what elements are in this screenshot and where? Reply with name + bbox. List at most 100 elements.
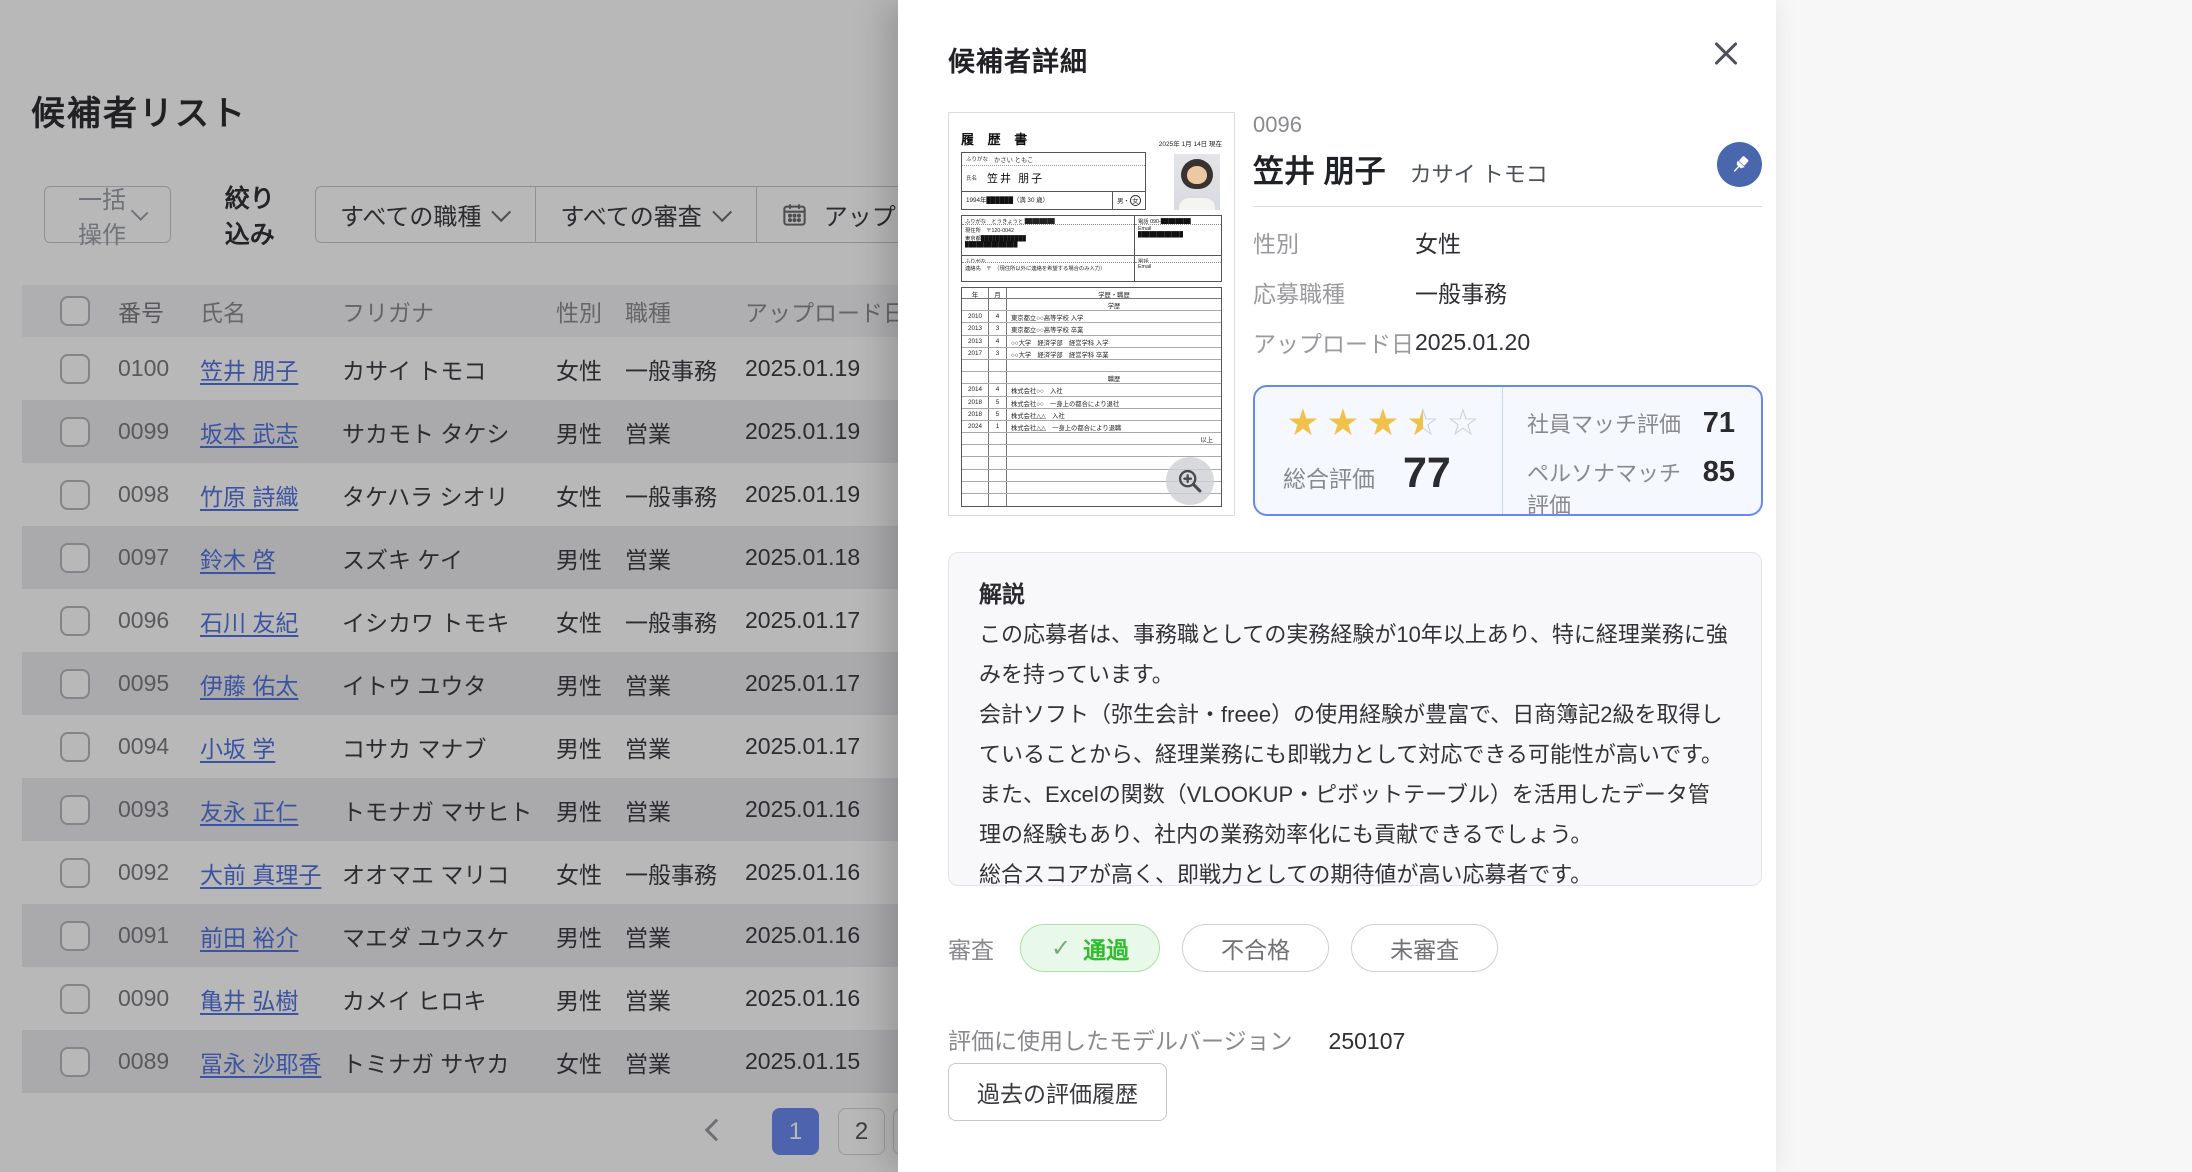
column-header-kana[interactable]: フリガナ (342, 294, 556, 328)
table-row[interactable]: 0100笠井 朋子カサイ トモコ女性一般事務2025.01.19 (22, 337, 898, 400)
candidate-name-link[interactable]: 友永 正仁 (200, 799, 298, 825)
row-checkbox[interactable] (60, 858, 90, 888)
cell-job: 営業 (625, 667, 745, 701)
table-row[interactable]: 0099坂本 武志サカモト タケシ男性営業2025.01.19 (22, 400, 898, 463)
resume-history-row: 20104東京都立○○高等学校 入学 (962, 311, 1221, 323)
previous-page-chevron-icon[interactable] (705, 1119, 728, 1142)
review-label: 審査 (948, 931, 994, 965)
column-header-gender[interactable]: 性別 (556, 294, 625, 328)
candidate-name-link[interactable]: 大前 真理子 (200, 862, 321, 888)
cell-job: 営業 (625, 793, 745, 827)
candidate-name-link[interactable]: 竹原 詩織 (200, 484, 298, 510)
row-checkbox[interactable] (60, 606, 90, 636)
cell-id: 0093 (118, 796, 200, 823)
candidate-name-link[interactable]: 冨永 沙耶香 (200, 1051, 321, 1077)
row-checkbox[interactable] (60, 1047, 90, 1077)
candidate-id: 0096 (1253, 112, 1762, 138)
upload-date-filter-select[interactable]: アップロード日 (756, 187, 898, 242)
row-checkbox[interactable] (60, 669, 90, 699)
resume-thumbnail[interactable]: 履 歴 書 2025年 1月 14日 現在 ふりがなかさい ともこ 氏名笠井 朋… (948, 112, 1235, 516)
row-checkbox[interactable] (60, 732, 90, 762)
candidate-table-body: 0100笠井 朋子カサイ トモコ女性一般事務2025.01.190099坂本 武… (22, 337, 898, 1093)
select-all-checkbox[interactable] (60, 296, 90, 326)
row-checkbox[interactable] (60, 417, 90, 447)
pin-button[interactable] (1717, 142, 1762, 187)
cell-id: 0089 (118, 1048, 200, 1075)
table-row[interactable]: 0089冨永 沙耶香トミナガ サヤカ女性営業2025.01.15 (22, 1030, 898, 1093)
page-button-2[interactable]: 2 (838, 1108, 885, 1155)
cell-job: 営業 (625, 982, 745, 1016)
review-option-button[interactable]: 未審査 (1351, 924, 1498, 972)
candidate-name: 笠井 朋子 (1253, 146, 1386, 191)
review-status-filter-select[interactable]: すべての審査 (535, 187, 755, 242)
cell-job: 営業 (625, 1045, 745, 1079)
candidate-name-link[interactable]: 小坂 学 (200, 736, 275, 762)
row-checkbox[interactable] (60, 543, 90, 573)
candidate-name-link[interactable]: 亀井 弘樹 (200, 988, 298, 1014)
cell-upload-date: 2025.01.16 (745, 922, 898, 949)
bulk-action-button[interactable]: 一括操作 (44, 186, 171, 243)
resume-history-row: 職歴 (962, 372, 1221, 384)
resume-photo (1174, 154, 1220, 210)
field-gender: 性別 女性 (1253, 217, 1762, 267)
column-header-id[interactable]: 番号 (118, 294, 200, 328)
review-option-selected[interactable]: ✓通過 (1020, 924, 1160, 972)
candidate-name-link[interactable]: 鈴木 啓 (200, 547, 275, 573)
table-row[interactable]: 0097鈴木 啓スズキ ケイ男性営業2025.01.18 (22, 526, 898, 589)
evaluation-history-button[interactable]: 過去の評価履歴 (948, 1063, 1167, 1121)
table-row[interactable]: 0095伊藤 佑太イトウ ユウタ男性営業2025.01.17 (22, 652, 898, 715)
resume-history-row: 20173○○大学 経済学部 経営学科 卒業 (962, 348, 1221, 360)
cell-id: 0094 (118, 733, 200, 760)
table-row[interactable]: 0090亀井 弘樹カメイ ヒロキ男性営業2025.01.16 (22, 967, 898, 1030)
cell-id: 0095 (118, 670, 200, 697)
page-button-1[interactable]: 1 (772, 1108, 819, 1155)
row-checkbox[interactable] (60, 354, 90, 384)
zoom-in-icon[interactable] (1166, 457, 1214, 505)
rating-box: ★★★☆★☆ 総合評価 77 社員マッチ評価 71 ペルソナマッチ評価 85 (1253, 385, 1763, 516)
table-row[interactable]: 0091前田 裕介マエダ ユウスケ男性営業2025.01.16 (22, 904, 898, 967)
candidate-name-link[interactable]: 前田 裕介 (200, 925, 298, 951)
table-row[interactable]: 0094小坂 学コサカ マナブ男性営業2025.01.17 (22, 715, 898, 778)
cell-upload-date: 2025.01.19 (745, 418, 898, 445)
table-row[interactable]: 0092大前 真理子オオマエ マリコ女性一般事務2025.01.16 (22, 841, 898, 904)
candidate-name-link[interactable]: 石川 友紀 (200, 610, 298, 636)
app-root: 候補者リスト 一括操作 絞り込み すべての職種 すべての審査 (0, 0, 2192, 1172)
row-checkbox[interactable] (60, 480, 90, 510)
column-header-upload-date[interactable]: アップロード日 (745, 294, 898, 328)
cell-job: 一般事務 (625, 856, 745, 890)
row-checkbox[interactable] (60, 921, 90, 951)
cell-kana: イトウ ユウタ (342, 667, 556, 701)
cell-upload-date: 2025.01.15 (745, 1048, 898, 1075)
column-header-job[interactable]: 職種 (625, 294, 745, 328)
review-option-button[interactable]: 不合格 (1182, 924, 1329, 972)
cell-upload-date: 2025.01.17 (745, 733, 898, 760)
row-checkbox[interactable] (60, 984, 90, 1014)
cell-kana: トミナガ サヤカ (342, 1045, 556, 1079)
check-icon: ✓ (1051, 934, 1071, 963)
toolbar: 一括操作 絞り込み すべての職種 すべての審査 (44, 186, 898, 243)
candidate-name-link[interactable]: 伊藤 佑太 (200, 673, 298, 699)
resume-history-row: 20185株式会社○○ 一身上の都合により退社 (962, 397, 1221, 409)
table-row[interactable]: 0093友永 正仁トモナガ マサヒト男性営業2025.01.16 (22, 778, 898, 841)
row-checkbox[interactable] (60, 795, 90, 825)
candidate-name-link[interactable]: 坂本 武志 (200, 421, 298, 447)
resume-history-row (962, 360, 1221, 372)
star-half-icon: ☆★ (1403, 403, 1443, 443)
review-options: ✓通過不合格未審査 (1020, 924, 1520, 972)
table-row[interactable]: 0096石川 友紀イシカワ トモキ女性一般事務2025.01.17 (22, 589, 898, 652)
close-icon[interactable] (1706, 34, 1746, 74)
table-row[interactable]: 0098竹原 詩織タケハラ シオリ女性一般事務2025.01.19 (22, 463, 898, 526)
job-type-filter-select[interactable]: すべての職種 (316, 187, 535, 242)
cell-upload-date: 2025.01.18 (745, 544, 898, 571)
cell-job: 営業 (625, 541, 745, 575)
cell-gender: 男性 (556, 730, 625, 764)
table-header-row: 番号 氏名 フリガナ 性別 職種 アップロード日 (22, 285, 898, 337)
cell-gender: 男性 (556, 541, 625, 575)
candidate-name-link[interactable]: 笠井 朋子 (200, 358, 298, 384)
cell-id: 0090 (118, 985, 200, 1012)
overall-score-label: 総合評価 (1283, 460, 1375, 494)
cell-gender: 女性 (556, 856, 625, 890)
candidate-detail-panel: 候補者詳細 履 歴 書 2025年 1月 14日 現在 ふりがなかさい ともこ … (898, 0, 1776, 1172)
column-header-name[interactable]: 氏名 (200, 294, 342, 328)
model-version-row: 評価に使用したモデルバージョン 250107 (948, 1022, 1405, 1056)
